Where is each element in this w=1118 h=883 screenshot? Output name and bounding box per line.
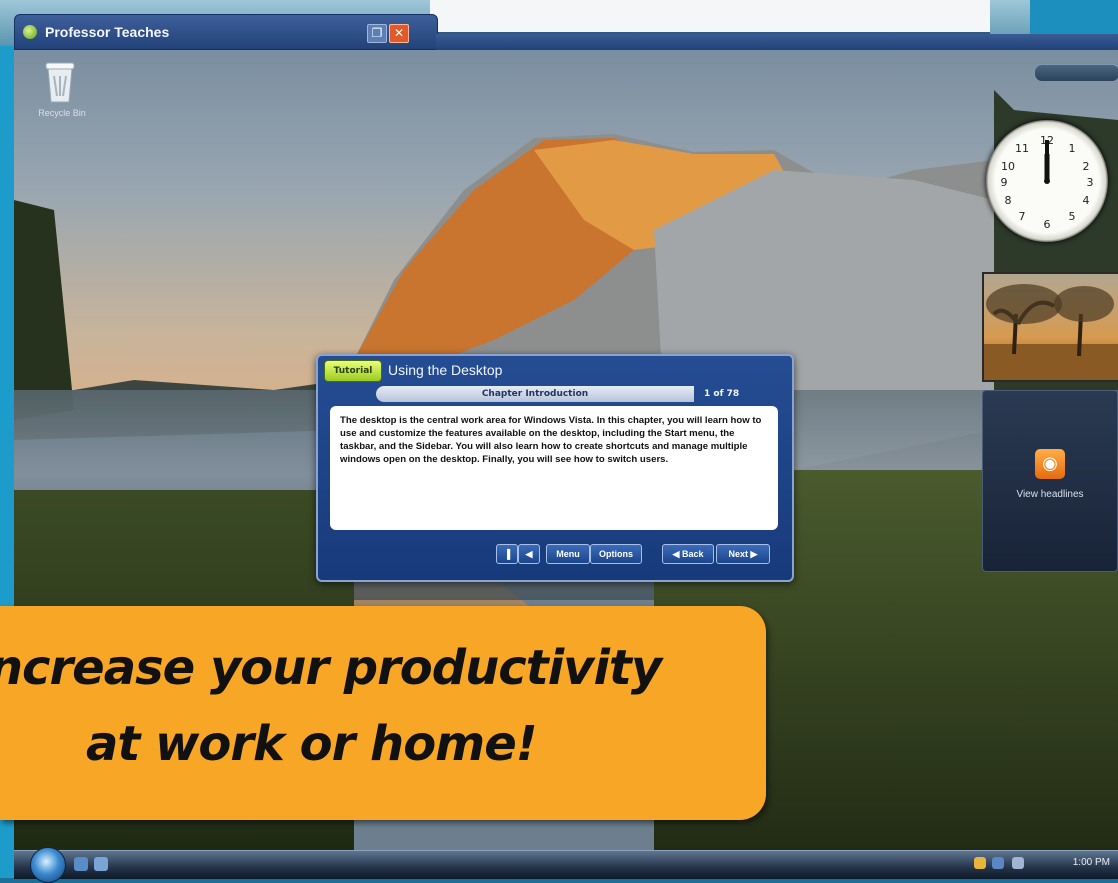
window-titlebar[interactable]: Professor Teaches ❐ ✕ <box>14 14 438 50</box>
tray-network-icon[interactable] <box>974 857 986 869</box>
promo-line-2: at work or home! <box>86 716 538 772</box>
svg-text:2: 2 <box>1083 160 1090 173</box>
options-button[interactable]: Options <box>590 544 642 564</box>
next-button[interactable]: Next ▶ <box>716 544 770 564</box>
clock-gadget[interactable]: 1212 345 678 91011 <box>986 120 1108 242</box>
slideshow-gadget[interactable] <box>982 272 1118 382</box>
taskbar: 1:00 PM <box>14 847 1118 883</box>
tutorial-logo: Tutorial <box>324 360 382 382</box>
close-icon[interactable]: ✕ <box>389 24 409 43</box>
first-page-icon[interactable]: ▐ <box>496 544 518 564</box>
lesson-dialog: Tutorial Using the Desktop Chapter Intro… <box>316 354 794 582</box>
lesson-page-counter: 1 of 78 <box>704 389 740 399</box>
previous-chapter-icon[interactable]: ◀ <box>518 544 540 564</box>
sidebar-controls[interactable] <box>1034 64 1118 82</box>
recycle-bin-icon[interactable] <box>40 58 80 104</box>
svg-text:3: 3 <box>1087 176 1094 189</box>
tray-clock[interactable]: 1:00 PM <box>1073 857 1110 868</box>
lesson-body-text: The desktop is the central work area for… <box>330 406 778 530</box>
recycle-bin-label: Recycle Bin <box>38 108 86 118</box>
restore-icon[interactable]: ❐ <box>367 24 387 43</box>
feed-headlines-gadget[interactable]: ◉ View headlines <box>982 390 1118 572</box>
lesson-section: Chapter Introduction <box>376 386 694 402</box>
svg-text:6: 6 <box>1044 218 1051 231</box>
tray-volume-icon[interactable] <box>992 857 1004 869</box>
menu-button[interactable]: Menu <box>546 544 590 564</box>
rss-icon[interactable]: ◉ <box>1035 449 1065 479</box>
svg-text:8: 8 <box>1005 194 1012 207</box>
window-frame-top <box>436 34 1118 50</box>
svg-text:11: 11 <box>1015 142 1029 155</box>
back-button[interactable]: ◀ Back <box>662 544 714 564</box>
feed-headlines-label[interactable]: View headlines <box>983 489 1117 500</box>
tray-security-icon[interactable] <box>1012 857 1024 869</box>
app-icon <box>23 25 37 39</box>
window-title: Professor Teaches <box>45 24 170 40</box>
svg-text:10: 10 <box>1001 160 1015 173</box>
show-desktop-icon[interactable] <box>74 857 88 871</box>
promo-banner: Increase your productivity at work or ho… <box>0 606 766 820</box>
svg-text:7: 7 <box>1019 210 1026 223</box>
switch-windows-icon[interactable] <box>94 857 108 871</box>
lesson-title: Using the Desktop <box>388 362 503 378</box>
svg-text:9: 9 <box>1001 176 1008 189</box>
promo-line-1: Increase your productivity <box>0 640 662 696</box>
svg-text:1: 1 <box>1069 142 1076 155</box>
svg-text:4: 4 <box>1083 194 1090 207</box>
svg-text:5: 5 <box>1069 210 1076 223</box>
